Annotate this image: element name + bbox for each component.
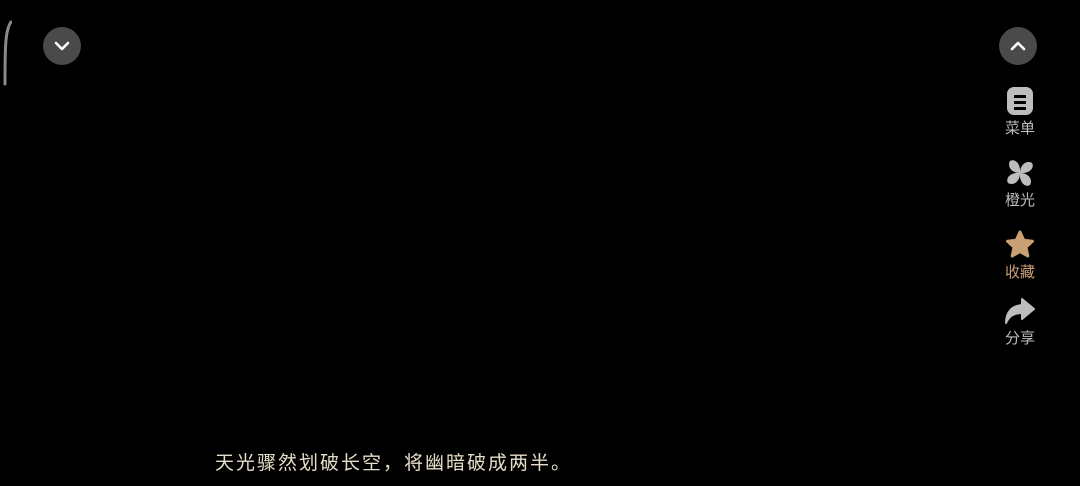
pinwheel-icon bbox=[1007, 160, 1033, 186]
menu-icon bbox=[1007, 87, 1033, 115]
dialogue-text: 天光骤然划破长空，将幽暗破成两半。 bbox=[215, 452, 573, 474]
chenguang-label: 橙光 bbox=[1004, 191, 1035, 209]
favorite-label: 收藏 bbox=[1004, 263, 1035, 281]
menu-button[interactable]: 菜单 bbox=[988, 84, 1052, 146]
chevron-up-icon bbox=[1010, 41, 1026, 51]
share-arrow-icon bbox=[1005, 298, 1035, 324]
star-icon bbox=[1006, 230, 1034, 258]
edge-swipe-handle[interactable] bbox=[2, 20, 12, 86]
collapse-button[interactable] bbox=[43, 27, 81, 65]
menu-label: 菜单 bbox=[1004, 119, 1035, 137]
share-label: 分享 bbox=[1004, 329, 1035, 347]
share-button[interactable]: 分享 bbox=[988, 294, 1052, 356]
favorite-button[interactable]: 收藏 bbox=[988, 228, 1052, 290]
chenguang-button[interactable]: 橙光 bbox=[988, 156, 1052, 218]
chevron-down-icon bbox=[54, 41, 70, 51]
expand-button[interactable] bbox=[999, 27, 1037, 65]
